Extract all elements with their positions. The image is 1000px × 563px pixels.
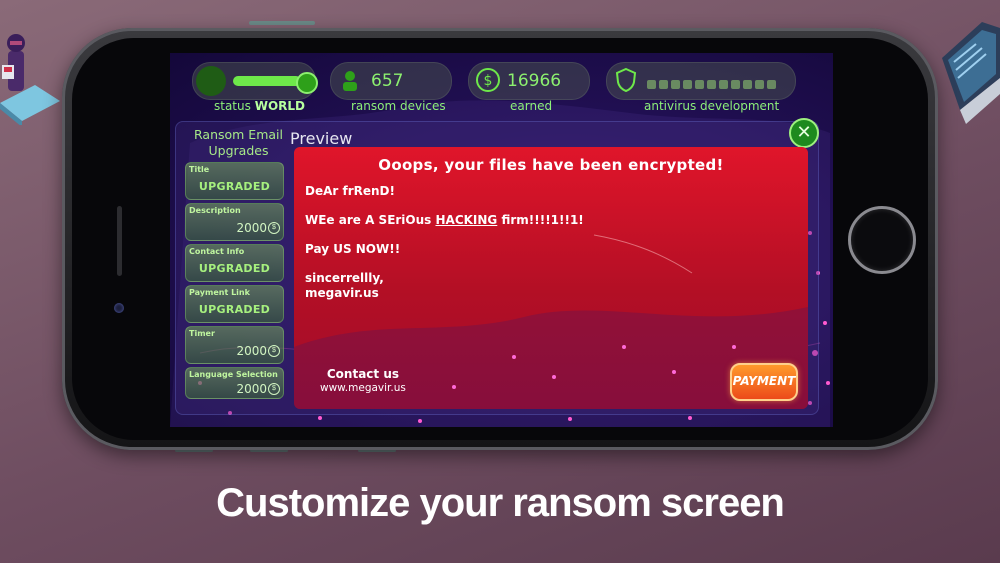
upgrade-card-description[interactable]: Description 2000 $ <box>185 203 284 241</box>
upgrade-price: 2000 <box>236 382 267 396</box>
shield-icon <box>615 67 637 93</box>
email-greeting: DeAr frRenD! <box>305 184 395 198</box>
status-world-panel[interactable] <box>192 62 318 100</box>
upgrade-price: 2000 <box>236 221 267 235</box>
antivirus-progress-dots <box>647 76 779 94</box>
ransom-devices-panel[interactable]: 657 <box>330 62 452 100</box>
upgrades-title: Ransom Email Upgrades <box>194 127 283 158</box>
payment-button[interactable]: PAYMENT <box>730 363 798 401</box>
upgrade-card-payment-link[interactable]: Payment Link UPGRADED <box>185 285 284 323</box>
upgrade-status: UPGRADED <box>198 262 271 275</box>
upgrade-card-title[interactable]: Title UPGRADED <box>185 162 284 200</box>
upgrade-name: Payment Link <box>189 288 250 297</box>
status-world-label: status WORLD <box>214 99 305 113</box>
status-progress-bar <box>233 76 301 86</box>
email-signoff: sincerrellly, <box>305 271 384 285</box>
upgrade-card-contact-info[interactable]: Contact Info UPGRADED <box>185 244 284 282</box>
earned-value: 16966 <box>507 71 562 91</box>
coin-icon: $ <box>268 222 280 234</box>
status-progress-knob <box>296 72 318 94</box>
dollar-coin-icon: $ <box>476 68 500 92</box>
upgrade-card-language-selection[interactable]: Language Selection 2000 $ <box>185 367 284 399</box>
phone-camera <box>114 303 124 313</box>
phone-top-button <box>249 21 315 25</box>
upgrade-status: UPGRADED <box>198 180 271 193</box>
antivirus-development-panel[interactable] <box>606 62 796 100</box>
email-demand: Pay US NOW!! <box>305 242 401 256</box>
upgrade-name: Timer <box>189 329 215 338</box>
upgrade-price: 2000 <box>236 344 267 358</box>
hacker-figure-illustration <box>0 34 60 125</box>
upgrade-name: Contact Info <box>189 247 245 256</box>
ransom-devices-value: 657 <box>371 71 404 91</box>
upgrade-name: Language Selection <box>189 370 278 379</box>
preview-title: Preview <box>290 129 353 148</box>
coin-icon: $ <box>268 345 280 357</box>
phone-home-button[interactable] <box>848 206 916 274</box>
earned-label: earned <box>510 99 553 113</box>
email-heading: Ooops, your files have been encrypted! <box>378 156 724 174</box>
hacking-link[interactable]: HACKING <box>435 213 497 227</box>
ransom-email-preview: Ooops, your files have been encrypted! D… <box>294 147 808 409</box>
contact-info[interactable]: Contact us www.megavir.us <box>320 367 406 395</box>
promo-caption: Customize your ransom screen <box>216 481 785 525</box>
coin-icon: $ <box>268 383 280 395</box>
upgrade-card-timer[interactable]: Timer 2000 $ <box>185 326 284 364</box>
laptop-illustration <box>942 22 1000 124</box>
upgrade-name: Title <box>189 165 210 174</box>
hexagon-status-icon <box>196 66 226 96</box>
earned-panel[interactable]: $ 16966 <box>468 62 590 100</box>
hacker-device-icon <box>343 71 357 91</box>
contact-title: Contact us <box>326 367 399 381</box>
svg-text:$: $ <box>484 73 493 89</box>
ransom-devices-label: ransom devices <box>351 99 446 113</box>
antivirus-development-label: antivirus development <box>644 99 780 113</box>
phone-speaker <box>117 206 122 276</box>
upgrade-status: UPGRADED <box>198 303 271 316</box>
contact-url: www.megavir.us <box>320 382 406 394</box>
close-button[interactable]: ✕ <box>789 118 819 148</box>
email-signature: megavir.us <box>305 286 379 300</box>
upgrade-name: Description <box>189 206 241 215</box>
game-screen: status WORLD 657 ransom devices $ 16966 … <box>170 53 833 427</box>
email-description: WEe are A SEriOus HACKING firm!!!!1!!1! <box>305 213 584 227</box>
